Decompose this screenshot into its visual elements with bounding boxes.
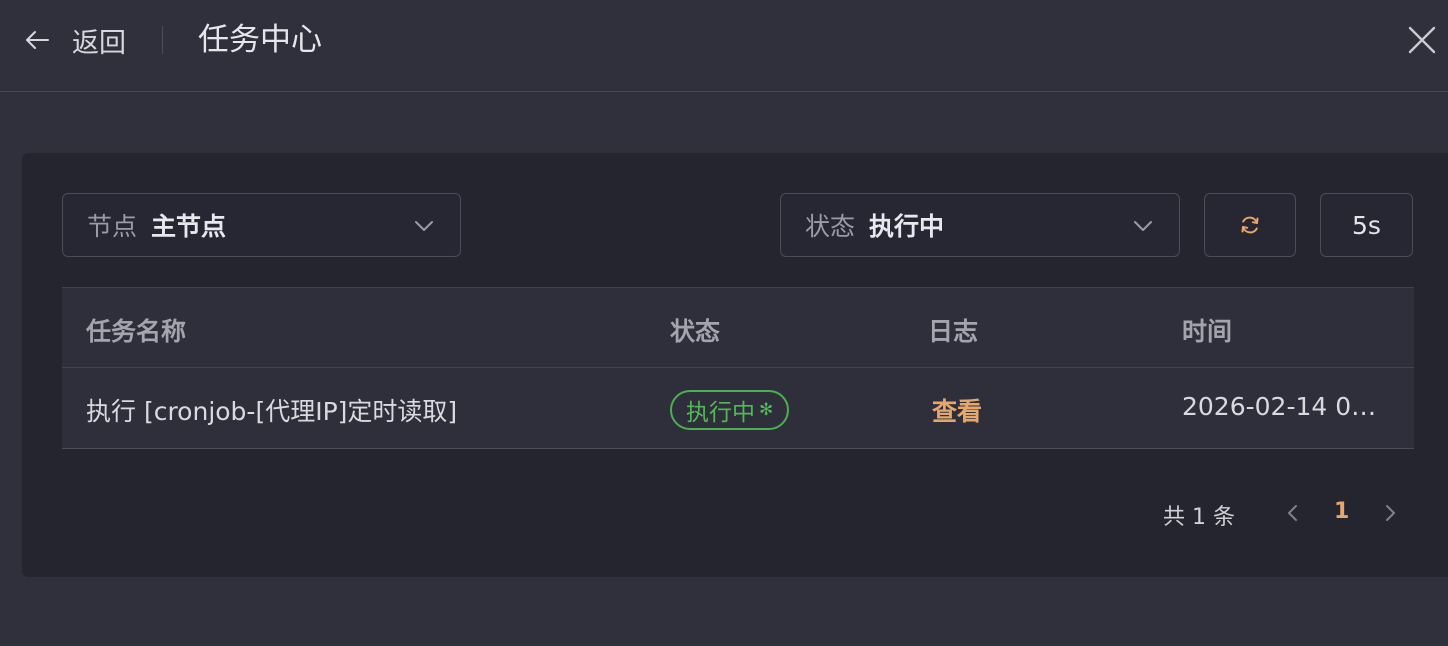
pagination-page-1[interactable]: 1 xyxy=(1334,499,1349,524)
status-badge: 执行中 ✻ xyxy=(670,390,790,430)
node-select-value: 主节点 xyxy=(151,212,227,241)
pagination-total: 共 1 条 xyxy=(1163,505,1235,530)
chevron-left-icon[interactable] xyxy=(1282,501,1304,525)
table-row: 执行 [cronjob-[代理IP]定时读取] 执行中 ✻ 查看 2026-02… xyxy=(62,368,1414,449)
back-button[interactable]: 返回 xyxy=(22,20,126,60)
chevron-down-icon xyxy=(415,221,433,231)
interval-button[interactable]: 5s xyxy=(1320,193,1413,257)
column-header-time: 时间 xyxy=(1182,317,1233,346)
task-panel: 节点 主节点 状态 执行中 5s 任务名称 状态 日志 时间 执行 [cronj… xyxy=(22,153,1448,577)
chevron-right-icon[interactable] xyxy=(1379,501,1401,525)
table-header: 任务名称 状态 日志 时间 xyxy=(62,287,1414,368)
task-time: 2026-02-14 0… xyxy=(1182,392,1377,421)
node-select-label: 节点 xyxy=(87,212,138,241)
status-select-label: 状态 xyxy=(805,212,856,241)
view-log-link[interactable]: 查看 xyxy=(932,392,982,428)
chevron-down-icon xyxy=(1134,221,1152,231)
header: 返回 任务中心 xyxy=(0,0,1448,92)
column-header-log: 日志 xyxy=(928,317,979,346)
status-select-value: 执行中 xyxy=(869,212,945,241)
arrow-left-icon xyxy=(26,31,49,49)
close-icon[interactable] xyxy=(1406,24,1438,56)
refresh-icon xyxy=(1241,216,1259,234)
task-name: 执行 [cronjob-[代理IP]定时读取] xyxy=(86,397,458,426)
refresh-button[interactable] xyxy=(1204,193,1296,257)
node-select[interactable]: 节点 主节点 xyxy=(62,193,461,257)
interval-label: 5s xyxy=(1352,210,1381,240)
back-label: 返回 xyxy=(72,27,126,59)
spinner-icon: ✻ xyxy=(759,400,774,420)
status-badge-label: 执行中 xyxy=(686,400,755,426)
column-header-name: 任务名称 xyxy=(86,317,187,346)
page-title: 任务中心 xyxy=(198,22,322,58)
status-select[interactable]: 状态 执行中 xyxy=(780,193,1180,257)
header-divider xyxy=(162,26,163,54)
column-header-status: 状态 xyxy=(670,317,721,346)
task-table: 任务名称 状态 日志 时间 执行 [cronjob-[代理IP]定时读取] 执行… xyxy=(62,287,1414,449)
